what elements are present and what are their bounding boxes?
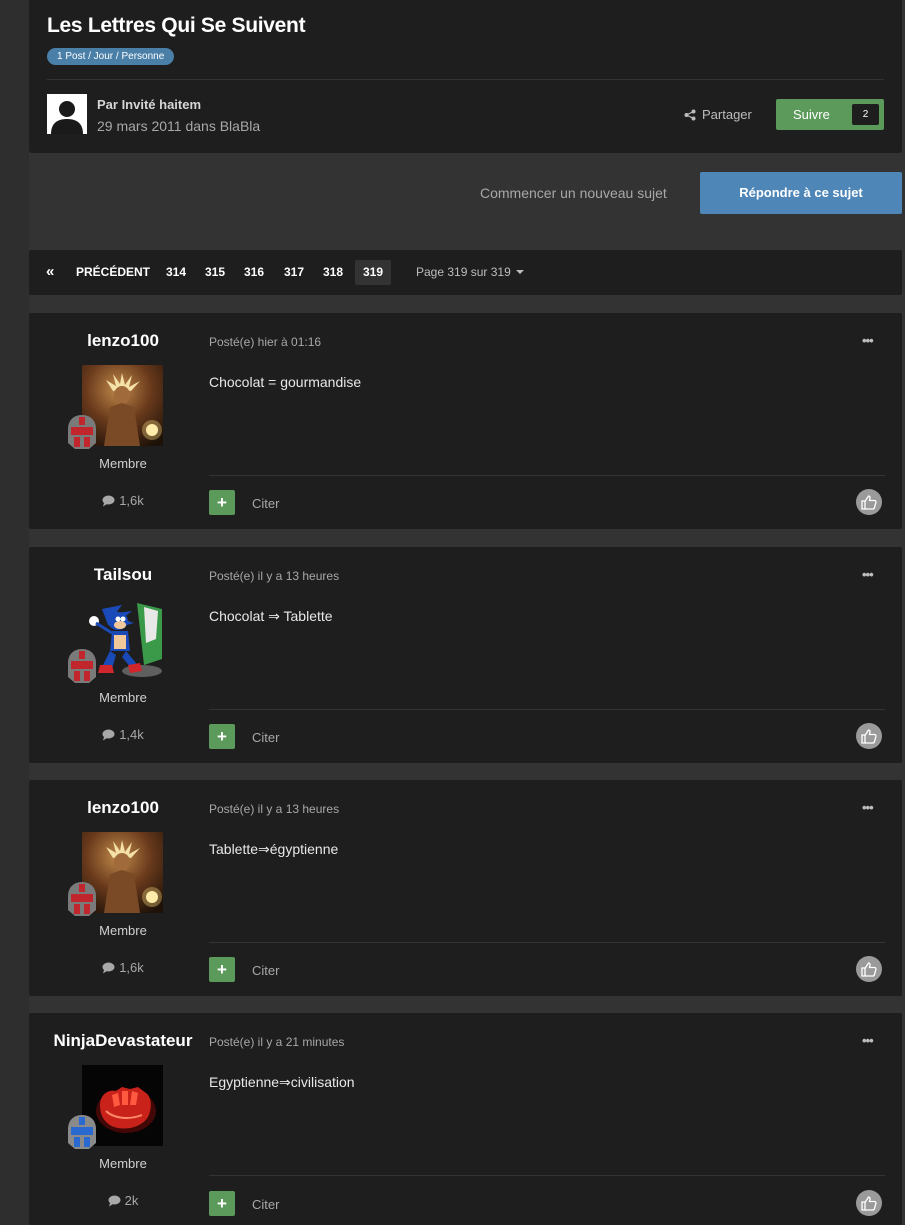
- post-4: NinjaDevastateur Membre 2k Posté(e) il y…: [29, 1013, 902, 1225]
- rank-helmet-icon: [68, 882, 96, 916]
- post-username[interactable]: Tailsou: [29, 565, 217, 585]
- multiquote-plus-button[interactable]: +: [209, 1191, 235, 1216]
- comment-icon: [102, 495, 115, 506]
- page-link-314[interactable]: 314: [158, 260, 194, 285]
- page-link-315[interactable]: 315: [197, 260, 233, 285]
- pagination: « PRÉCÉDENT 314 315 316 317 318 319 Page…: [29, 250, 902, 295]
- page-link-316[interactable]: 316: [236, 260, 272, 285]
- like-button[interactable]: [856, 489, 882, 515]
- follow-button[interactable]: Suivre 2: [776, 99, 884, 130]
- header-divider: [47, 79, 884, 80]
- topic-date-category: 29 mars 2011 dans BlaBla: [97, 118, 261, 134]
- quote-link[interactable]: Citer: [252, 496, 279, 511]
- thumbs-up-icon: [861, 1195, 877, 1211]
- follow-count: 2: [852, 104, 879, 125]
- post-divider: [209, 942, 885, 943]
- post-divider: [209, 475, 885, 476]
- post-count-value: 2k: [124, 1193, 139, 1208]
- page-link-317[interactable]: 317: [276, 260, 312, 285]
- default-user-icon: [47, 94, 87, 134]
- post-date[interactable]: Posté(e) il y a 21 minutes: [209, 1035, 344, 1049]
- post-content: Tablette⇒égyptienne: [209, 841, 339, 857]
- post-divider: [209, 709, 885, 710]
- comment-icon: [108, 1195, 121, 1206]
- post-2: Tailsou Membre 1,4k Posté(e) il y a 13 h…: [29, 547, 902, 763]
- user-group: Membre: [99, 456, 147, 471]
- post-date[interactable]: Posté(e) hier à 01:16: [209, 335, 321, 349]
- quote-link[interactable]: Citer: [252, 963, 279, 978]
- like-button[interactable]: [856, 1190, 882, 1216]
- post-content: Egyptienne⇒civilisation: [209, 1074, 355, 1090]
- post-count-value: 1,6k: [119, 493, 144, 508]
- post-divider: [209, 1175, 885, 1176]
- multiquote-plus-button[interactable]: +: [209, 490, 235, 515]
- post-username[interactable]: NinjaDevastateur: [29, 1031, 217, 1051]
- post-1: lenzo100 Membre 1,6k Posté(e) hier à 01:…: [29, 313, 902, 529]
- post-count: 1,6k: [29, 493, 217, 508]
- thumbs-up-icon: [861, 494, 877, 510]
- topic-header: Les Lettres Qui Se Suivent 1 Post / Jour…: [29, 0, 902, 153]
- page-info-label: Page 319 sur 319: [416, 265, 511, 279]
- author-avatar[interactable]: [47, 94, 87, 134]
- reply-button[interactable]: Répondre à ce sujet: [700, 172, 902, 214]
- thumbs-up-icon: [861, 728, 877, 744]
- rank-helmet-icon: [68, 415, 96, 449]
- post-username[interactable]: lenzo100: [29, 798, 217, 818]
- post-3: lenzo100 Membre 1,6k Posté(e) il y a 13 …: [29, 780, 902, 996]
- quote-link[interactable]: Citer: [252, 730, 279, 745]
- comment-icon: [102, 729, 115, 740]
- post-count-value: 1,4k: [119, 727, 144, 742]
- post-count-value: 1,6k: [119, 960, 144, 975]
- comment-icon: [102, 962, 115, 973]
- new-topic-link[interactable]: Commencer un nouveau sujet: [480, 185, 667, 201]
- multiquote-plus-button[interactable]: +: [209, 957, 235, 982]
- page-link-319-current[interactable]: 319: [355, 260, 391, 285]
- more-options-icon[interactable]: •••: [862, 333, 874, 348]
- thumbs-up-icon: [861, 961, 877, 977]
- page-link-318[interactable]: 318: [315, 260, 351, 285]
- user-group: Membre: [99, 690, 147, 705]
- first-page-link[interactable]: «: [46, 263, 54, 280]
- topic-title: Les Lettres Qui Se Suivent: [47, 14, 306, 37]
- more-options-icon[interactable]: •••: [862, 1033, 874, 1048]
- follow-label: Suivre: [793, 107, 830, 122]
- user-group: Membre: [99, 1156, 147, 1171]
- more-options-icon[interactable]: •••: [862, 800, 874, 815]
- previous-page-link[interactable]: PRÉCÉDENT: [76, 265, 150, 279]
- share-label: Partager: [702, 107, 752, 122]
- user-group: Membre: [99, 923, 147, 938]
- topic-author[interactable]: Par Invité haitem: [97, 97, 201, 112]
- caret-down-icon: [515, 270, 524, 274]
- topic-badge[interactable]: 1 Post / Jour / Personne: [47, 48, 175, 65]
- left-page-strip: [0, 0, 29, 1225]
- post-count: 1,4k: [29, 727, 217, 742]
- multiquote-plus-button[interactable]: +: [209, 724, 235, 749]
- post-count: 2k: [29, 1193, 217, 1208]
- more-options-icon[interactable]: •••: [862, 567, 874, 582]
- post-date[interactable]: Posté(e) il y a 13 heures: [209, 569, 339, 583]
- rank-helmet-icon: [68, 649, 96, 683]
- page-jump-dropdown[interactable]: Page 319 sur 319: [416, 265, 524, 279]
- like-button[interactable]: [856, 723, 882, 749]
- post-count: 1,6k: [29, 960, 217, 975]
- post-content: Chocolat ⇒ Tablette: [209, 608, 333, 624]
- share-button[interactable]: Partager: [684, 107, 752, 122]
- rank-helmet-icon: [68, 1115, 96, 1149]
- post-date[interactable]: Posté(e) il y a 13 heures: [209, 802, 339, 816]
- share-icon: [684, 109, 696, 120]
- post-content: Chocolat = gourmandise: [209, 374, 362, 390]
- quote-link[interactable]: Citer: [252, 1197, 279, 1212]
- post-username[interactable]: lenzo100: [29, 331, 217, 351]
- like-button[interactable]: [856, 956, 882, 982]
